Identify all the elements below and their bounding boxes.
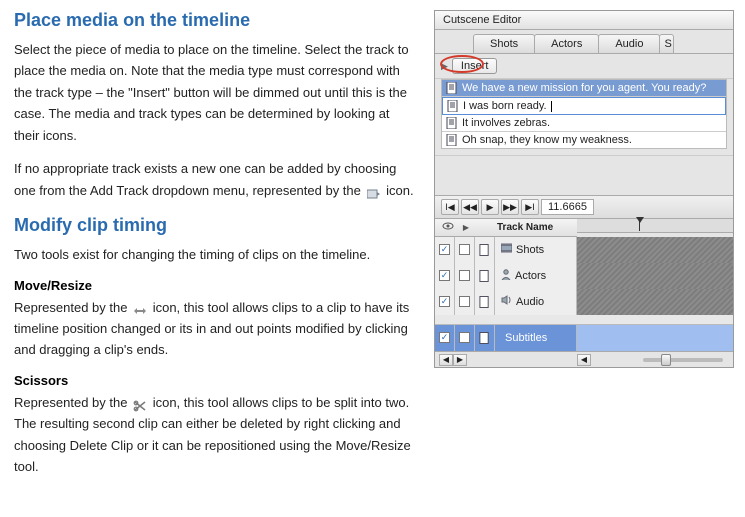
shots-icon xyxy=(501,243,512,256)
dialogue-text[interactable]: I was born ready. xyxy=(463,100,547,112)
text: icon. xyxy=(386,183,413,198)
play-button[interactable]: ▶ xyxy=(481,199,499,215)
tab-row: Shots Actors Audio S xyxy=(435,30,733,54)
dialogue-list: We have a new mission for you agent. You… xyxy=(441,79,727,149)
audio-icon xyxy=(501,295,512,308)
text-caret xyxy=(551,101,552,112)
tab-cut[interactable]: S xyxy=(659,34,674,53)
document-icon xyxy=(447,100,459,112)
window-titlebar: Cutscene Editor xyxy=(435,11,733,30)
track-name: Audio xyxy=(516,296,544,308)
dialogue-text: We have a new mission for you agent. You… xyxy=(462,82,706,94)
move-resize-icon xyxy=(133,302,147,314)
track-row-audio[interactable]: ✓ Audio xyxy=(435,289,733,315)
documentation-column: Place media on the timeline Select the p… xyxy=(14,10,414,490)
document-icon xyxy=(475,263,495,289)
document-icon xyxy=(446,117,458,129)
dialogue-row[interactable]: It involves zebras. xyxy=(442,115,726,132)
subheading-move-resize: Move/Resize xyxy=(14,278,414,293)
chevron-right-icon: ▶ xyxy=(457,223,475,232)
time-field[interactable]: 11.6665 xyxy=(541,199,594,215)
dialogue-row[interactable]: I was born ready. xyxy=(442,97,726,115)
checkbox[interactable]: ✓ xyxy=(439,296,450,307)
mute-box[interactable] xyxy=(459,270,470,281)
dialogue-text: It involves zebras. xyxy=(462,117,550,129)
insert-row: ▶ Insert xyxy=(435,54,733,79)
scroll-row: ◀ ▶ ◀ xyxy=(435,351,733,367)
track-header-row: ▶ Track Name xyxy=(435,219,577,237)
document-icon xyxy=(446,134,458,146)
paragraph: Represented by the icon, this tool allow… xyxy=(14,297,414,361)
track-name: Shots xyxy=(516,244,544,256)
cutscene-editor-screenshot: Cutscene Editor Shots Actors Audio S ▶ I… xyxy=(434,10,734,490)
paragraph: Two tools exist for changing the timing … xyxy=(14,244,414,265)
track-row-actors[interactable]: ✓ Actors xyxy=(435,263,733,289)
track-row-shots[interactable]: ✓ Shots xyxy=(435,237,733,263)
forward-end-button[interactable]: ▶I xyxy=(521,199,539,215)
tab-audio[interactable]: Audio xyxy=(598,34,660,53)
checkbox[interactable]: ✓ xyxy=(439,244,450,255)
document-icon xyxy=(475,289,495,315)
track-lane[interactable] xyxy=(577,263,733,289)
dialogue-row[interactable]: Oh snap, they know my weakness. xyxy=(442,132,726,148)
add-track-icon xyxy=(367,185,381,197)
track-gap xyxy=(435,315,733,325)
chevron-right-icon[interactable]: ▶ xyxy=(441,61,448,72)
eye-icon xyxy=(439,221,457,234)
mute-box[interactable] xyxy=(459,332,470,343)
playhead-icon[interactable] xyxy=(639,219,640,231)
paragraph: Represented by the icon, this tool allow… xyxy=(14,392,414,478)
window-title: Cutscene Editor xyxy=(443,14,521,26)
spacer xyxy=(435,155,733,195)
track-name: Subtitles xyxy=(505,332,547,344)
track-area: ✓ Shots ✓ Actors xyxy=(435,237,733,351)
checkbox[interactable]: ✓ xyxy=(439,332,450,343)
track-lane[interactable] xyxy=(577,237,733,263)
subheading-scissors: Scissors xyxy=(14,373,414,388)
dialogue-row[interactable]: We have a new mission for you agent. You… xyxy=(442,80,726,97)
track-lane[interactable] xyxy=(577,325,733,351)
cutscene-editor-window: Cutscene Editor Shots Actors Audio S ▶ I… xyxy=(434,10,734,368)
text: Represented by the xyxy=(14,300,131,315)
timeline-ruler[interactable] xyxy=(577,219,733,233)
mute-box[interactable] xyxy=(459,244,470,255)
scroll-right-button[interactable]: ▶ xyxy=(453,354,467,366)
paragraph: If no appropriate track exists a new one… xyxy=(14,158,414,201)
rewind-start-button[interactable]: I◀ xyxy=(441,199,459,215)
track-name: Actors xyxy=(515,270,546,282)
scroll-left-button[interactable]: ◀ xyxy=(439,354,453,366)
dialogue-text: Oh snap, they know my weakness. xyxy=(462,134,632,146)
timeline-scroll-left[interactable]: ◀ xyxy=(577,354,591,366)
document-icon xyxy=(446,82,458,94)
paragraph: Select the piece of media to place on th… xyxy=(14,39,414,146)
document-icon xyxy=(475,237,495,263)
document-icon xyxy=(475,325,495,351)
checkbox[interactable]: ✓ xyxy=(439,270,450,281)
rewind-button[interactable]: ◀◀ xyxy=(461,199,479,215)
heading-modify-timing: Modify clip timing xyxy=(14,215,414,236)
actor-icon xyxy=(501,269,511,283)
forward-button[interactable]: ▶▶ xyxy=(501,199,519,215)
track-lane[interactable] xyxy=(577,289,733,315)
zoom-slider[interactable] xyxy=(643,358,723,362)
scissors-icon xyxy=(133,397,147,409)
insert-button[interactable]: Insert xyxy=(452,58,498,74)
mute-box[interactable] xyxy=(459,296,470,307)
heading-place-media: Place media on the timeline xyxy=(14,10,414,31)
transport-bar: I◀ ◀◀ ▶ ▶▶ ▶I 11.6665 xyxy=(435,195,733,219)
text: If no appropriate track exists a new one… xyxy=(14,161,396,197)
tab-shots[interactable]: Shots xyxy=(473,34,535,53)
track-header-panel: ▶ Track Name xyxy=(435,219,733,237)
tab-actors[interactable]: Actors xyxy=(534,34,599,53)
track-row-subtitles[interactable]: ✓ Subtitles xyxy=(435,325,733,351)
track-name-header: Track Name xyxy=(493,222,573,233)
text: Represented by the xyxy=(14,395,131,410)
zoom-knob[interactable] xyxy=(661,354,671,366)
